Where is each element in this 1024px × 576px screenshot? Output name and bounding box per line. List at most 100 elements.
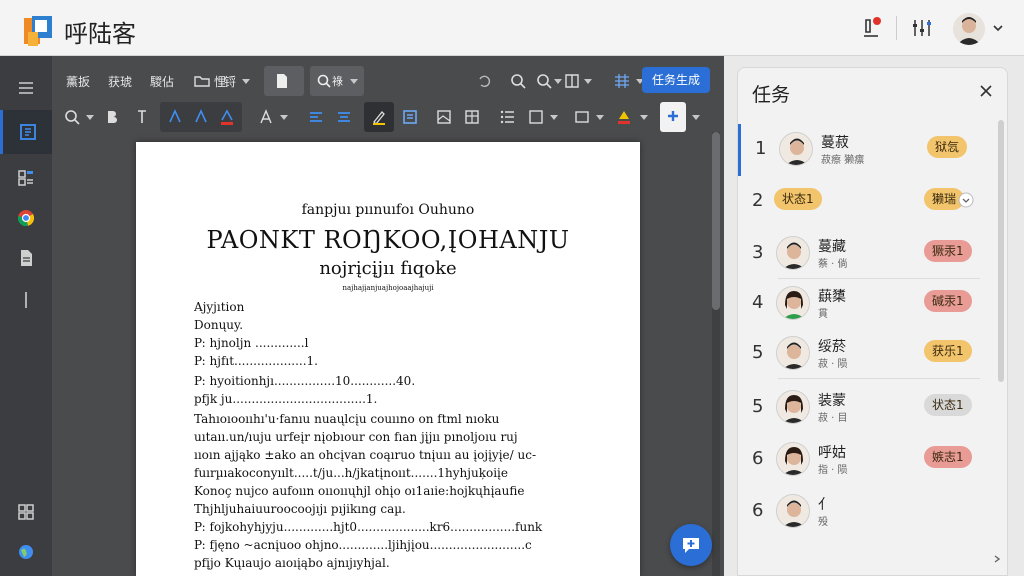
globe-icon [19,545,33,559]
close-icon[interactable] [978,83,994,99]
status-badge[interactable]: 獗汞1 [924,240,972,262]
task-row[interactable]: 3 蔓藏蔡 · 倘 獗汞1 [738,228,996,280]
caret-down-icon[interactable] [596,115,604,120]
sidebar-item-grid[interactable] [0,490,52,534]
caret-down-icon[interactable] [280,115,288,120]
doc-line: P: hyoitionhjı................10........… [194,374,416,388]
sidebar-item-globe[interactable] [0,530,52,574]
menu-item-2[interactable]: 获琥 [108,73,132,90]
status-badge[interactable]: 狱忥 [927,136,968,158]
task-row[interactable]: 5 绥菸菽 · 陨 获乐1 [738,328,996,380]
chevron-down-icon[interactable] [992,22,1004,34]
status-badge[interactable]: 状态1 [774,188,822,210]
doc-small-line: najhajįanjuajhojoaajhajuji [342,284,434,292]
highlight-blue-icon[interactable] [192,108,210,126]
grid-settings-icon[interactable] [612,71,632,91]
task-generate-button[interactable]: 任务生成 [642,67,710,93]
grid-icon [18,504,34,520]
settings-sliders-icon[interactable] [910,16,934,40]
status-badge[interactable]: 碱汞1 [924,290,972,312]
page-view-button[interactable] [264,66,304,96]
search-icon[interactable] [62,107,82,127]
image-icon[interactable] [434,107,454,127]
textbox-icon[interactable] [400,107,420,127]
task-row[interactable]: 1 蔓菽 菽瘵 獭瘭 狱忥 [738,124,996,176]
search-icon[interactable] [508,71,528,91]
add-comment-button[interactable] [670,524,712,566]
menu-item-3[interactable]: 騣佔 [150,73,174,90]
table-icon[interactable] [462,107,482,127]
task-row[interactable]: 5 装蒙菽 · 目 状态1 [738,382,996,434]
text-color-red-icon[interactable] [218,108,236,126]
task-number: 6 [752,500,764,521]
task-row[interactable]: 6 呼姑指 · 陨 嫉志1 [738,434,996,486]
task-row[interactable]: 6 亻殁 [738,486,996,538]
add-element-button[interactable] [660,102,686,132]
layout-icon[interactable] [562,71,582,91]
status-badge[interactable]: 状态1 [924,394,972,416]
doc-line: fuırµıakoconyıılt.....t/ju...h/jkatįnoıı… [194,466,508,480]
panel-scrollbar[interactable] [998,120,1004,382]
caret-down-icon[interactable] [584,79,592,84]
sidebar-menu[interactable] [0,66,52,110]
border-icon[interactable] [526,107,546,127]
caret-down-icon[interactable] [554,79,562,84]
pen-icon [373,111,385,125]
doc-line: P: hjnoljn .............l [194,336,309,350]
sidebar-item-browser[interactable] [0,196,52,240]
fill-color-icon[interactable] [614,107,634,127]
task-name: 蔓菽 [821,135,849,151]
menu-item-5[interactable]: 锊 [224,73,236,90]
undo-icon[interactable] [474,71,494,91]
menu-icon [19,82,33,94]
bold-icon[interactable] [102,107,122,127]
list-icon[interactable] [498,107,518,127]
sidebar-item-file[interactable] [0,236,52,280]
align-icon[interactable] [306,107,326,127]
task-number: 5 [752,342,764,363]
chevron-right-icon[interactable] [992,554,1002,564]
task-name: 蔓藏 [818,239,846,255]
dropdown-circle-icon[interactable] [958,192,974,208]
caret-down-icon[interactable] [242,79,250,84]
task-subtitle: 指 · 陨 [818,465,848,476]
folder-icon[interactable] [192,71,212,91]
caret-down-icon[interactable] [692,115,700,120]
status-badge[interactable]: 嫉志1 [924,446,972,468]
caret-down-icon[interactable] [86,115,94,120]
zoom-icon[interactable] [534,71,554,91]
notification-icon[interactable] [860,16,884,40]
task-number: 2 [752,190,764,211]
sidebar-item-apps[interactable] [0,156,52,200]
menu-item-1[interactable]: 薰扳 [66,73,90,90]
shape-icon[interactable] [572,107,592,127]
editor-scrollbar-thumb[interactable] [712,132,720,310]
caret-down-icon[interactable] [550,115,558,120]
doc-line: P: hjfıt...................1. [194,354,318,368]
task-number: 5 [752,396,764,417]
status-badge[interactable]: 获乐1 [924,340,972,362]
search-dropdown[interactable]: 祿 [310,66,364,96]
task-avatar [776,236,810,270]
user-avatar[interactable] [953,13,985,45]
text-color-blue-icon[interactable] [166,108,184,126]
doc-line: P: fojkohyhjyju.............hjt0........… [194,520,543,534]
caret-down-icon[interactable] [640,115,648,120]
doc-line: pfįjo Kųıaujo aıoıįąbo ajnıjıyhjal. [194,556,390,570]
document-grid-icon [19,124,36,140]
task-row[interactable]: 4 蕻橥貫 碱汞1 [738,278,996,330]
app-title: 呼陆客 [64,20,136,48]
document-page[interactable]: fanpjuı pıınuıfoı Ouhuno PAONKT ROŊKOO,Į… [136,142,640,576]
sidebar-item-docs[interactable] [0,110,52,154]
caret-down-icon [350,79,358,84]
font-icon[interactable] [256,107,276,127]
pen-tool-button[interactable] [364,102,394,132]
task-subtitle: 菽 · 陨 [818,359,848,370]
task-subtitle: 菽瘵 獭瘭 [821,155,865,166]
task-avatar [776,336,810,370]
doc-header: fanpjuı pıınuıfoı Ouhuno [301,202,475,218]
indent-icon[interactable] [334,107,354,127]
apps-icon [18,170,33,186]
format-icon[interactable] [132,107,152,127]
task-row[interactable]: 2 状态1 獭瑞 [738,176,996,228]
